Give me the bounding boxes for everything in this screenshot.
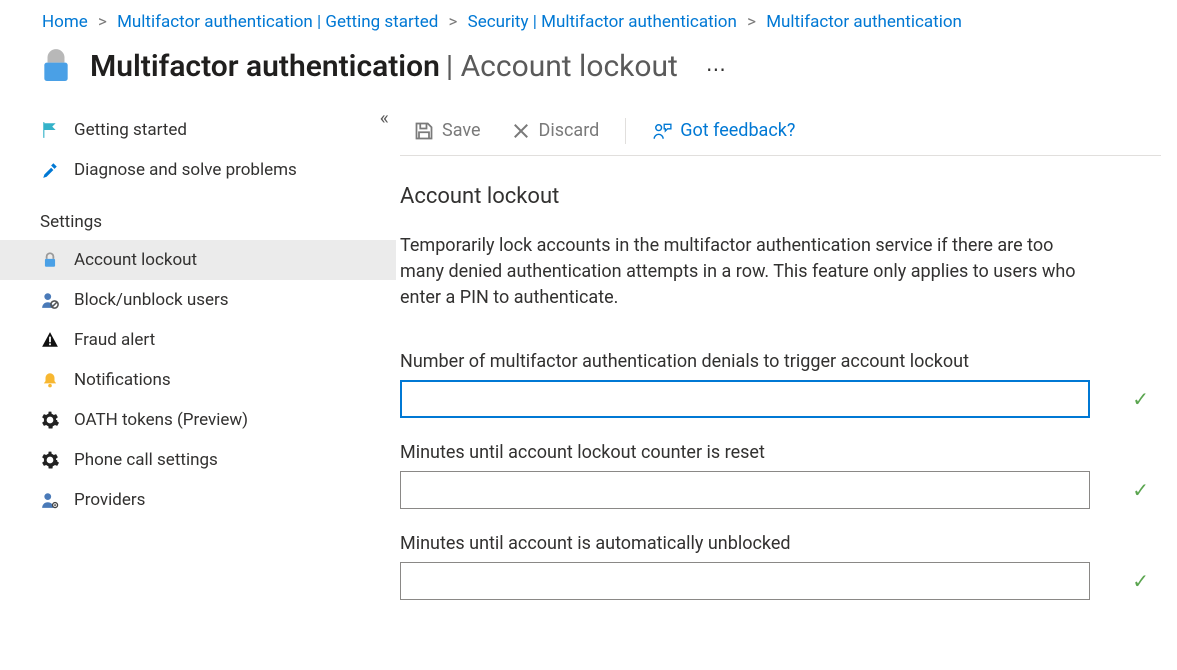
breadcrumb-link[interactable]: Home — [42, 12, 88, 32]
page-subtitle: | Account lockout — [446, 49, 678, 84]
section-description: Temporarily lock accounts in the multifa… — [400, 233, 1100, 311]
sidebar-item-notifications[interactable]: Notifications — [0, 360, 396, 400]
sidebar-item-label: Providers — [74, 490, 145, 510]
field-label: Number of multifactor authentication den… — [400, 351, 1161, 372]
sidebar-item-account-lockout[interactable]: Account lockout — [0, 240, 396, 280]
chevron-right-icon: > — [449, 12, 458, 32]
flag-icon — [40, 120, 60, 140]
discard-button[interactable]: Discard — [501, 116, 610, 145]
main-content: Save Discard Got feedback? — [400, 110, 1177, 624]
feedback-button-label: Got feedback? — [680, 120, 795, 141]
breadcrumb-link[interactable]: Multifactor authentication | Getting sta… — [117, 12, 438, 32]
sidebar-item-diagnose[interactable]: Diagnose and solve problems — [0, 150, 396, 190]
section-title: Account lockout — [400, 184, 1161, 209]
person-gear-icon — [40, 490, 60, 510]
field-reset-minutes: Minutes until account lockout counter is… — [400, 442, 1161, 509]
sidebar-item-label: Diagnose and solve problems — [74, 160, 297, 180]
gear-icon — [40, 410, 60, 430]
check-icon: ✓ — [1132, 478, 1149, 502]
breadcrumb-link[interactable]: Multifactor authentication — [766, 12, 962, 32]
lock-icon — [36, 46, 76, 86]
field-denials-threshold: Number of multifactor authentication den… — [400, 351, 1161, 418]
sidebar-item-label: Getting started — [74, 120, 187, 140]
denials-threshold-input[interactable] — [400, 380, 1090, 418]
save-button-label: Save — [442, 120, 481, 141]
gear-icon — [40, 450, 60, 470]
tools-icon — [40, 160, 60, 180]
chevron-right-icon: > — [98, 12, 107, 32]
person-block-icon — [40, 290, 60, 310]
close-icon — [511, 121, 531, 141]
sidebar-item-phone-call-settings[interactable]: Phone call settings — [0, 440, 396, 480]
discard-button-label: Discard — [539, 120, 600, 141]
sidebar-item-label: Notifications — [74, 370, 171, 390]
sidebar-section-label: Settings — [40, 212, 102, 232]
sidebar-item-oath-tokens[interactable]: OATH tokens (Preview) — [0, 400, 396, 440]
person-feedback-icon — [652, 121, 672, 141]
sidebar-item-providers[interactable]: Providers — [0, 480, 396, 520]
toolbar-separator — [625, 118, 626, 144]
sidebar-item-label: Fraud alert — [74, 330, 155, 350]
sidebar: « Getting started Diagnose and solve pro… — [0, 110, 400, 624]
collapse-sidebar-button[interactable]: « — [379, 108, 388, 129]
breadcrumb-link[interactable]: Security | Multifactor authentication — [468, 12, 737, 32]
lock-icon — [40, 250, 60, 270]
bell-icon — [40, 370, 60, 390]
reset-minutes-input[interactable] — [400, 471, 1090, 509]
sidebar-item-block-users[interactable]: Block/unblock users — [0, 280, 396, 320]
field-label: Minutes until account lockout counter is… — [400, 442, 1161, 463]
field-unblock-minutes: Minutes until account is automatically u… — [400, 533, 1161, 600]
check-icon: ✓ — [1132, 569, 1149, 593]
feedback-button[interactable]: Got feedback? — [642, 116, 805, 145]
page-header: Multifactor authentication | Account loc… — [0, 46, 1177, 110]
field-label: Minutes until account is automatically u… — [400, 533, 1161, 554]
warning-icon — [40, 330, 60, 350]
sidebar-item-label: Phone call settings — [74, 450, 218, 470]
save-icon — [414, 121, 434, 141]
sidebar-section-settings: Settings — [0, 190, 396, 240]
sidebar-item-label: OATH tokens (Preview) — [74, 410, 248, 430]
save-button[interactable]: Save — [404, 116, 491, 145]
sidebar-item-label: Account lockout — [74, 250, 197, 270]
toolbar: Save Discard Got feedback? — [400, 110, 1161, 156]
check-icon: ✓ — [1132, 387, 1149, 411]
breadcrumb: Home > Multifactor authentication | Gett… — [0, 10, 1177, 46]
more-menu-button[interactable]: ⋯ — [706, 57, 728, 81]
sidebar-item-getting-started[interactable]: Getting started — [0, 110, 396, 150]
page-title: Multifactor authentication — [90, 49, 440, 84]
unblock-minutes-input[interactable] — [400, 562, 1090, 600]
sidebar-item-label: Block/unblock users — [74, 290, 229, 310]
sidebar-item-fraud-alert[interactable]: Fraud alert — [0, 320, 396, 360]
chevron-right-icon: > — [747, 12, 756, 32]
